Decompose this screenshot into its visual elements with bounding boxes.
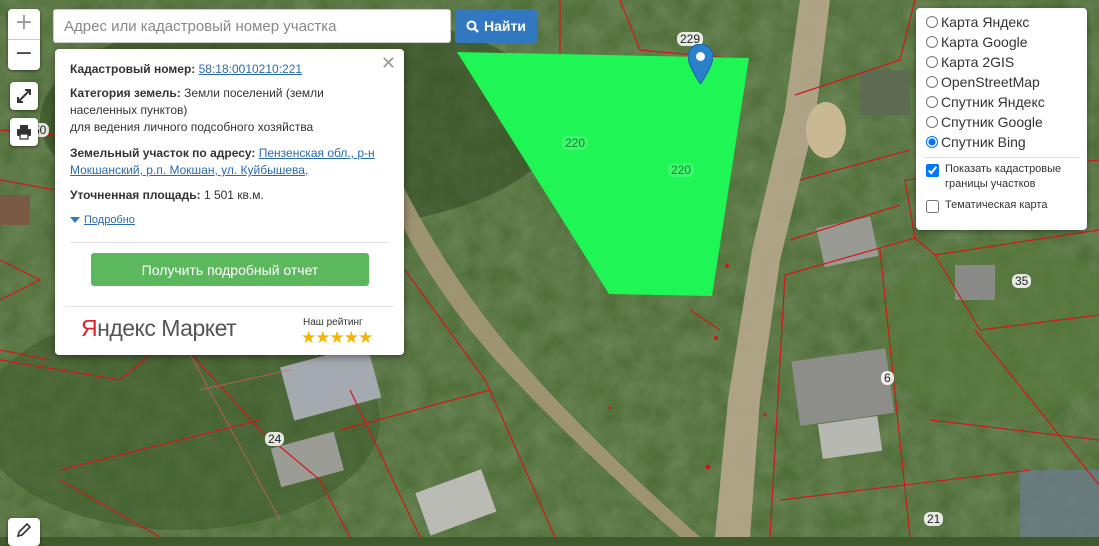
details-toggle[interactable]: Подробно: [70, 214, 135, 226]
layer-option-2gis-map[interactable]: Карта 2GIS: [924, 52, 1079, 72]
yandex-market-logo[interactable]: Яндекс Маркет: [81, 315, 237, 342]
show-cadastral-borders-toggle[interactable]: Показать кадастровые границы участков: [924, 162, 1079, 192]
printer-icon: [17, 125, 31, 140]
divider: [924, 157, 1079, 158]
zoom-out-button[interactable]: −: [8, 40, 40, 70]
layer-option-yandex-map[interactable]: Карта Яндекс: [924, 12, 1079, 32]
layer-option-google-satellite[interactable]: Спутник Google: [924, 112, 1079, 132]
search-button[interactable]: Найти: [455, 9, 537, 43]
parcel-number-label: 35: [1012, 274, 1032, 288]
cadastral-number-link[interactable]: 58:18:0010210:221: [199, 62, 302, 76]
zoom-control: + −: [8, 9, 40, 70]
parcel-number-label: 220: [562, 136, 589, 150]
divider: [65, 306, 394, 307]
land-category-label: Категория земель:: [70, 86, 181, 100]
search-button-label: Найти: [484, 18, 526, 34]
layer-option-openstreetmap[interactable]: OpenStreetMap: [924, 72, 1079, 92]
parcel-info-popup: ✕ Кадастровый номер: 58:18:0010210:221 К…: [55, 49, 404, 355]
edit-button[interactable]: [8, 518, 40, 546]
caret-down-icon: [70, 217, 80, 224]
details-link-label: Подробно: [84, 214, 135, 226]
layer-radio[interactable]: [926, 16, 938, 28]
rating-label: Наш рейтинг: [303, 317, 363, 328]
search-input[interactable]: [53, 9, 451, 43]
zoom-in-button[interactable]: +: [8, 9, 40, 40]
area-value: 1 501 кв.м.: [203, 188, 264, 202]
address-label: Земельный участок по адресу:: [70, 146, 256, 160]
parcel-number-label: 6: [881, 371, 894, 385]
thematic-map-checkbox[interactable]: [926, 200, 939, 213]
land-category-row: Категория земель: Земли поселений (земли…: [70, 85, 384, 136]
area-label: Уточненная площадь:: [70, 188, 201, 202]
area-row: Уточненная площадь: 1 501 кв.м.: [70, 187, 384, 204]
cadastral-number-label: Кадастровый номер:: [70, 62, 196, 76]
divider: [70, 242, 389, 243]
cadastral-number-row: Кадастровый номер: 58:18:0010210:221: [70, 61, 384, 78]
layer-radio[interactable]: [926, 96, 938, 108]
expand-icon: [17, 89, 31, 103]
layer-option-yandex-satellite[interactable]: Спутник Яндекс: [924, 92, 1079, 112]
land-usage-value: для ведения личного подсобного хозяйства: [70, 120, 314, 134]
parcel-number-label: 220: [668, 163, 695, 177]
layer-option-bing-satellite[interactable]: Спутник Bing: [924, 132, 1079, 152]
layer-radio[interactable]: [926, 36, 938, 48]
pencil-icon: [16, 522, 32, 538]
map-pin-icon[interactable]: [687, 43, 714, 89]
thematic-map-toggle[interactable]: Тематическая карта: [924, 198, 1079, 213]
print-button[interactable]: [10, 118, 38, 146]
layer-radio[interactable]: [926, 136, 938, 148]
fullscreen-button[interactable]: [10, 82, 38, 110]
layer-radio[interactable]: [926, 76, 938, 88]
layer-radio[interactable]: [926, 56, 938, 68]
layer-option-google-map[interactable]: Карта Google: [924, 32, 1079, 52]
rating-stars: ★★★★★: [301, 328, 373, 347]
layer-switcher: Карта Яндекс Карта Google Карта 2GIS Ope…: [916, 8, 1087, 230]
layer-radio[interactable]: [926, 116, 938, 128]
get-report-button[interactable]: Получить подробный отчет: [91, 253, 369, 286]
parcel-number-label: 24: [265, 432, 285, 446]
show-borders-checkbox[interactable]: [926, 164, 939, 177]
search-icon: [466, 20, 479, 33]
parcel-number-label: 21: [924, 512, 944, 526]
address-row: Земельный участок по адресу: Пензенская …: [70, 145, 384, 179]
